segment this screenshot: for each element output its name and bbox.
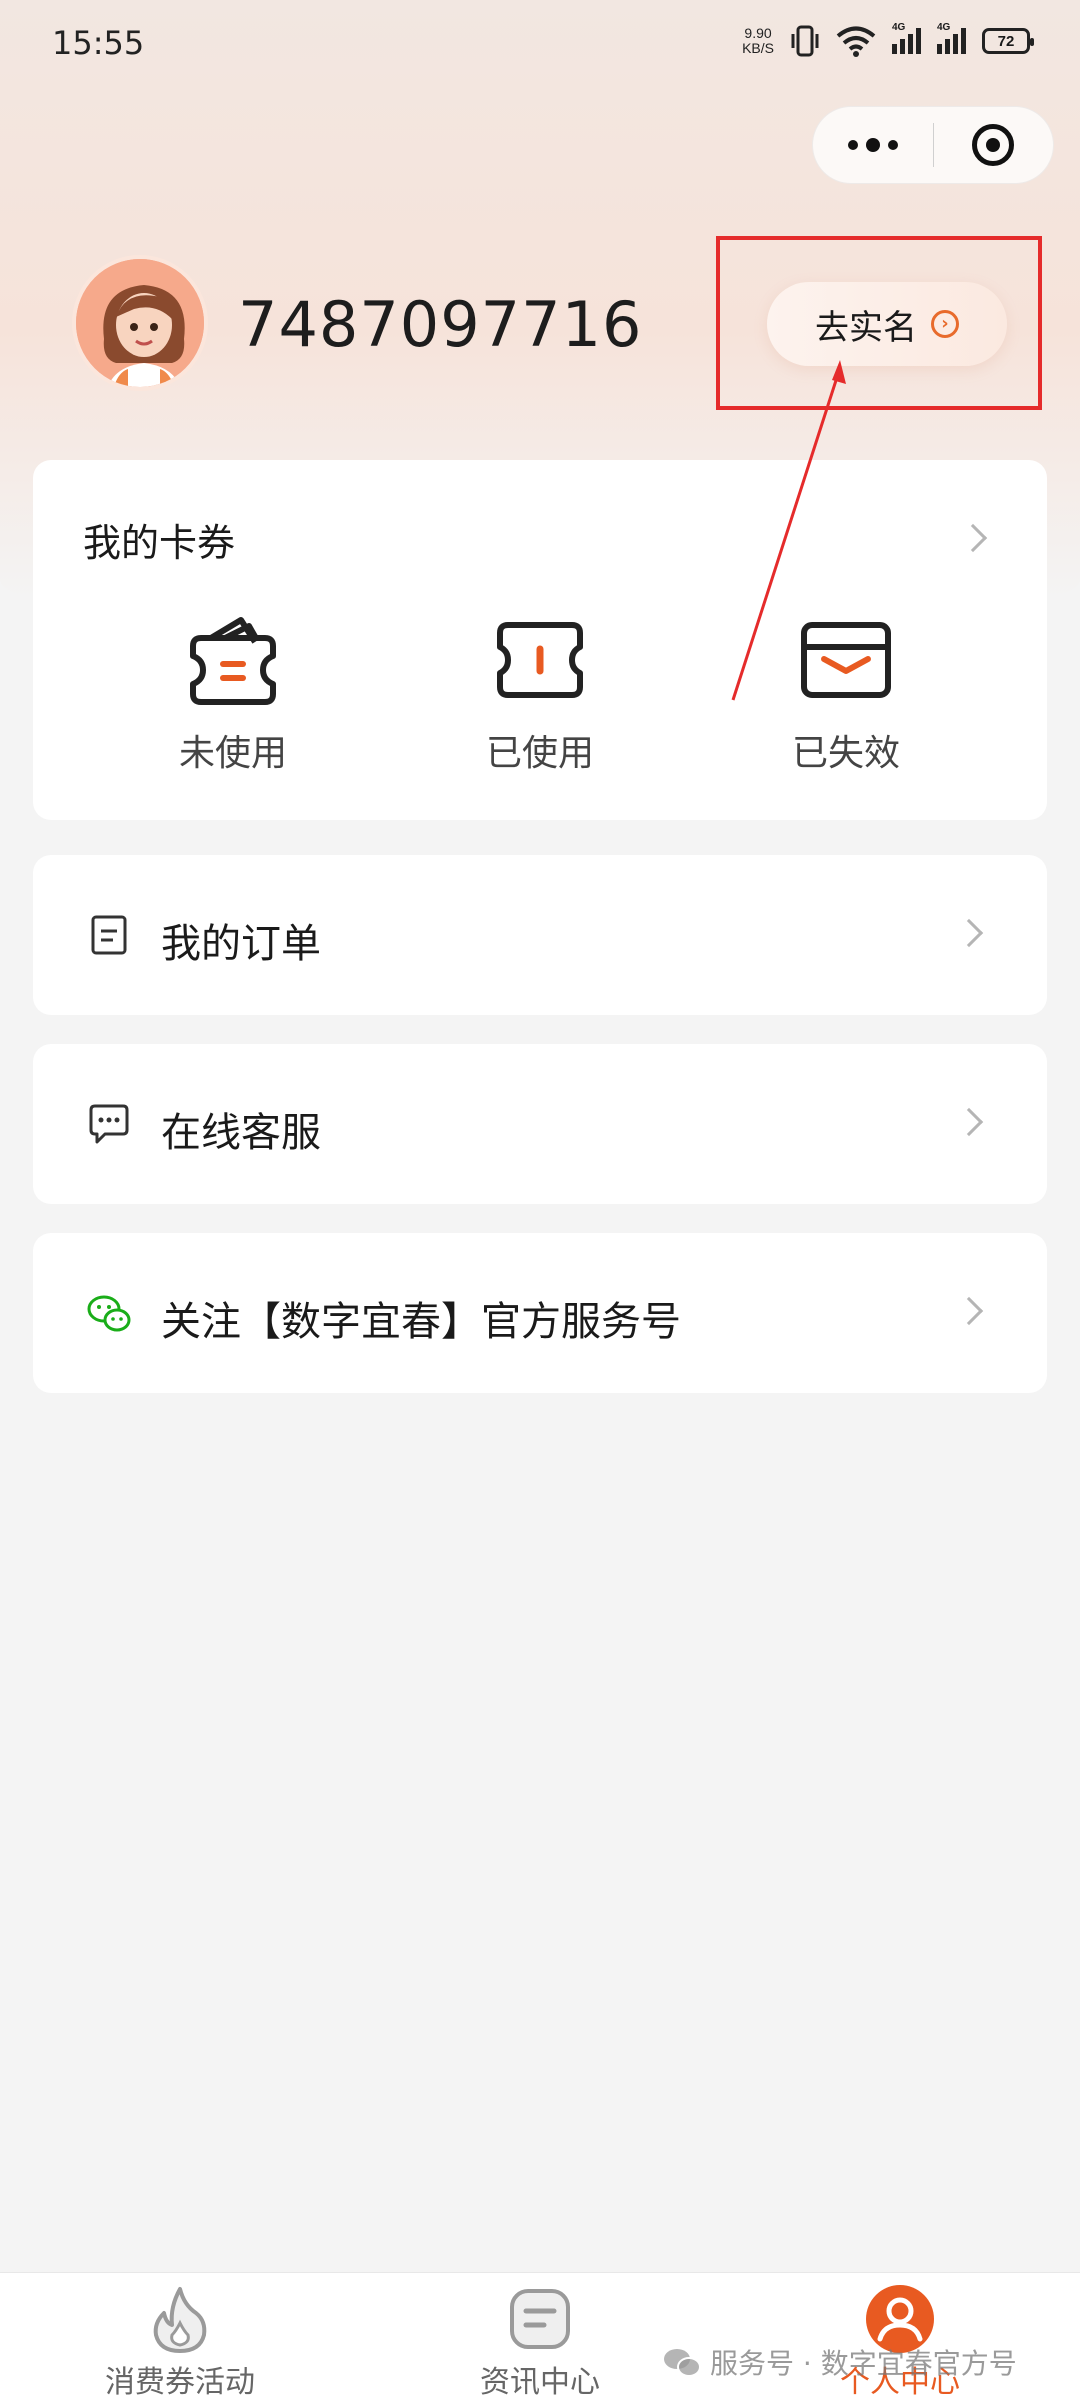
watermark: 服务号 · 数字宜春官方号 — [662, 2342, 1017, 2382]
menu-customer-service-label: 在线客服 — [161, 1110, 321, 1156]
net-speed: 9.90 KB/S — [742, 25, 774, 56]
user-id: 7487097716 — [238, 288, 643, 361]
chevron-right-icon — [954, 918, 984, 948]
ticket-icon — [497, 622, 583, 698]
tab-coupon-activity-label: 消费券活动 — [105, 2365, 255, 2400]
annotation-highlight-box — [716, 236, 1042, 410]
coupons-card: 我的卡券 未使用 已使用 已失效 — [33, 460, 1047, 820]
coupon-expired-label: 已失效 — [791, 733, 900, 774]
menu-orders[interactable]: 我的订单 — [33, 855, 1047, 1015]
signal-icon-2: 4G — [937, 22, 966, 54]
status-icons: 9.90 KB/S 4G 4G 72 — [742, 22, 1034, 58]
wifi-icon — [836, 26, 876, 57]
close-miniprogram-icon[interactable] — [934, 107, 1054, 183]
coupons-title[interactable]: 我的卡券 — [83, 512, 235, 567]
tab-coupon-activity[interactable]: 消费券活动 — [70, 2273, 290, 2400]
status-time: 15:55 — [52, 24, 145, 62]
wallet-icon — [190, 617, 276, 705]
chevron-right-icon[interactable] — [958, 523, 988, 553]
news-icon — [510, 2289, 570, 2349]
chevron-right-icon — [954, 1296, 984, 1326]
chevron-right-icon — [954, 1107, 984, 1137]
wechat-watermark-icon — [664, 2349, 701, 2377]
document-icon — [91, 915, 127, 955]
avatar[interactable] — [72, 255, 208, 391]
status-bar: 15:55 9.90 KB/S 4G 4G 72 — [0, 0, 1080, 90]
miniprogram-capsule — [812, 106, 1054, 184]
menu-follow-label: 关注【数字宜春】官方服务号 — [161, 1299, 681, 1345]
signal-icon-1: 4G — [892, 22, 921, 54]
coupon-used-label: 已使用 — [485, 733, 594, 774]
coupon-expired[interactable]: 已失效 — [746, 610, 946, 776]
coupon-unused-label: 未使用 — [178, 733, 287, 774]
menu-customer-service[interactable]: 在线客服 — [33, 1044, 1047, 1204]
menu-follow-official[interactable]: 关注【数字宜春】官方服务号 — [33, 1233, 1047, 1393]
battery-icon: 72 — [982, 28, 1034, 54]
tab-news-center-label: 资讯中心 — [480, 2365, 600, 2400]
wechat-icon — [87, 1295, 131, 1332]
expired-card-icon — [801, 622, 891, 698]
coupon-unused[interactable]: 未使用 — [133, 610, 333, 776]
chat-icon — [89, 1104, 129, 1144]
coupon-used[interactable]: 已使用 — [440, 610, 640, 776]
vibrate-icon — [791, 25, 819, 57]
more-icon[interactable] — [813, 107, 933, 183]
tab-news-center[interactable]: 资讯中心 — [430, 2273, 650, 2400]
flame-icon — [153, 2287, 207, 2353]
menu-orders-label: 我的订单 — [161, 921, 321, 967]
